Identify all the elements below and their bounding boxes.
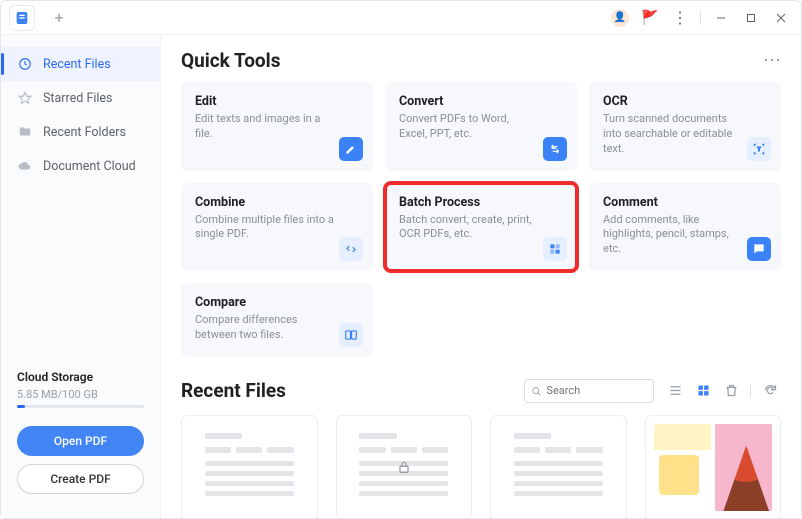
- app-window: + 👤 🚩 ⋮ Recent Files Starred Files Rece: [0, 0, 802, 519]
- tool-title: Comment: [603, 195, 767, 210]
- quick-tools-more-icon[interactable]: ⋯: [763, 56, 781, 66]
- tool-title: Combine: [195, 195, 359, 210]
- tool-title: Edit: [195, 94, 359, 109]
- file-thumbnail: [646, 416, 781, 518]
- cloud-storage-title: Cloud Storage: [17, 370, 144, 384]
- sidebar-item-starred-files[interactable]: Starred Files: [1, 81, 160, 115]
- tool-card-batch-process[interactable]: Batch Process Batch convert, create, pri…: [385, 183, 577, 272]
- comment-icon: [747, 237, 771, 261]
- edit-icon: [339, 137, 363, 161]
- app-logo[interactable]: [9, 5, 35, 31]
- close-button[interactable]: [767, 4, 795, 32]
- view-toolbar: [664, 380, 781, 402]
- sidebar: Recent Files Starred Files Recent Folder…: [1, 35, 161, 518]
- file-card[interactable]: [181, 415, 318, 518]
- search-input[interactable]: [546, 384, 647, 397]
- sidebar-item-label: Document Cloud: [43, 159, 136, 174]
- new-tab-button[interactable]: +: [45, 4, 73, 32]
- title-controls: 👤 🚩 ⋮: [606, 4, 795, 32]
- open-pdf-button[interactable]: Open PDF: [17, 426, 144, 456]
- sidebar-item-label: Recent Folders: [43, 125, 126, 140]
- main-area: Recent Files Starred Files Recent Folder…: [1, 35, 801, 518]
- tool-title: Batch Process: [399, 195, 563, 210]
- cloud-storage-bar: [17, 405, 144, 408]
- notification-icon[interactable]: 🚩: [636, 4, 664, 32]
- list-view-icon[interactable]: [664, 380, 686, 402]
- quick-tools-grid: Edit Edit texts and images in a file. Co…: [181, 82, 781, 357]
- tool-card-edit[interactable]: Edit Edit texts and images in a file.: [181, 82, 373, 171]
- cloud-storage-usage: 5.85 MB/100 GB: [17, 388, 144, 401]
- recent-files-header: Recent Files: [181, 379, 781, 403]
- kebab-menu-icon[interactable]: ⋮: [666, 4, 694, 32]
- content-area: Quick Tools ⋯ Edit Edit texts and images…: [161, 35, 801, 518]
- grid-view-icon[interactable]: [692, 380, 714, 402]
- titlebar: + 👤 🚩 ⋮: [1, 1, 801, 35]
- tool-desc: Turn scanned documents into searchable o…: [603, 112, 743, 157]
- recent-files-heading: Recent Files: [181, 379, 514, 402]
- tool-desc: Compare differences between two files.: [195, 313, 335, 343]
- tool-title: Compare: [195, 295, 359, 310]
- recent-files-grid: [181, 415, 781, 518]
- file-card[interactable]: [490, 415, 627, 518]
- convert-icon: [543, 137, 567, 161]
- tool-desc: Combine multiple files into a single PDF…: [195, 213, 335, 243]
- sidebar-item-recent-files[interactable]: Recent Files: [1, 47, 160, 81]
- create-pdf-button[interactable]: Create PDF: [17, 464, 144, 494]
- refresh-icon[interactable]: [759, 380, 781, 402]
- tool-desc: Batch convert, create, print, OCR PDFs, …: [399, 213, 539, 243]
- doc-placeholder-icon: [205, 433, 294, 501]
- ocr-icon: T: [747, 137, 771, 161]
- quick-tools-header: Quick Tools ⋯: [181, 49, 781, 72]
- combine-icon: [339, 237, 363, 261]
- tool-card-convert[interactable]: Convert Convert PDFs to Word, Excel, PPT…: [385, 82, 577, 171]
- file-card[interactable]: [336, 415, 473, 518]
- tool-card-combine[interactable]: Combine Combine multiple files into a si…: [181, 183, 373, 272]
- tool-desc: Convert PDFs to Word, Excel, PPT, etc.: [399, 112, 539, 142]
- tool-title: OCR: [603, 94, 767, 109]
- quick-tools-heading: Quick Tools: [181, 49, 280, 72]
- svg-text:T: T: [757, 146, 761, 152]
- batch-icon: [543, 237, 567, 261]
- tool-title: Convert: [399, 94, 563, 109]
- cloud-icon: [17, 158, 33, 174]
- search-icon: [531, 385, 541, 397]
- delete-icon[interactable]: [720, 380, 742, 402]
- doc-placeholder-icon: [514, 433, 603, 501]
- compare-icon: [339, 323, 363, 347]
- sidebar-item-label: Recent Files: [43, 57, 111, 72]
- sidebar-bottom: Cloud Storage 5.85 MB/100 GB Open PDF Cr…: [1, 356, 160, 518]
- star-icon: [17, 90, 33, 106]
- search-box[interactable]: [524, 379, 654, 403]
- tool-desc: Add comments, like highlights, pencil, s…: [603, 213, 743, 258]
- clock-icon: [17, 56, 33, 72]
- tool-card-comment[interactable]: Comment Add comments, like highlights, p…: [589, 183, 781, 272]
- sidebar-item-label: Starred Files: [43, 91, 113, 106]
- user-avatar[interactable]: 👤: [606, 4, 634, 32]
- sidebar-item-recent-folders[interactable]: Recent Folders: [1, 115, 160, 149]
- folder-icon: [17, 124, 33, 140]
- file-card[interactable]: [645, 415, 782, 518]
- lock-icon: [396, 459, 412, 475]
- tool-desc: Edit texts and images in a file.: [195, 112, 335, 142]
- tool-card-compare[interactable]: Compare Compare differences between two …: [181, 283, 373, 357]
- maximize-button[interactable]: [737, 4, 765, 32]
- minimize-button[interactable]: [707, 4, 735, 32]
- sidebar-item-document-cloud[interactable]: Document Cloud: [1, 149, 160, 183]
- tool-card-ocr[interactable]: OCR Turn scanned documents into searchab…: [589, 82, 781, 171]
